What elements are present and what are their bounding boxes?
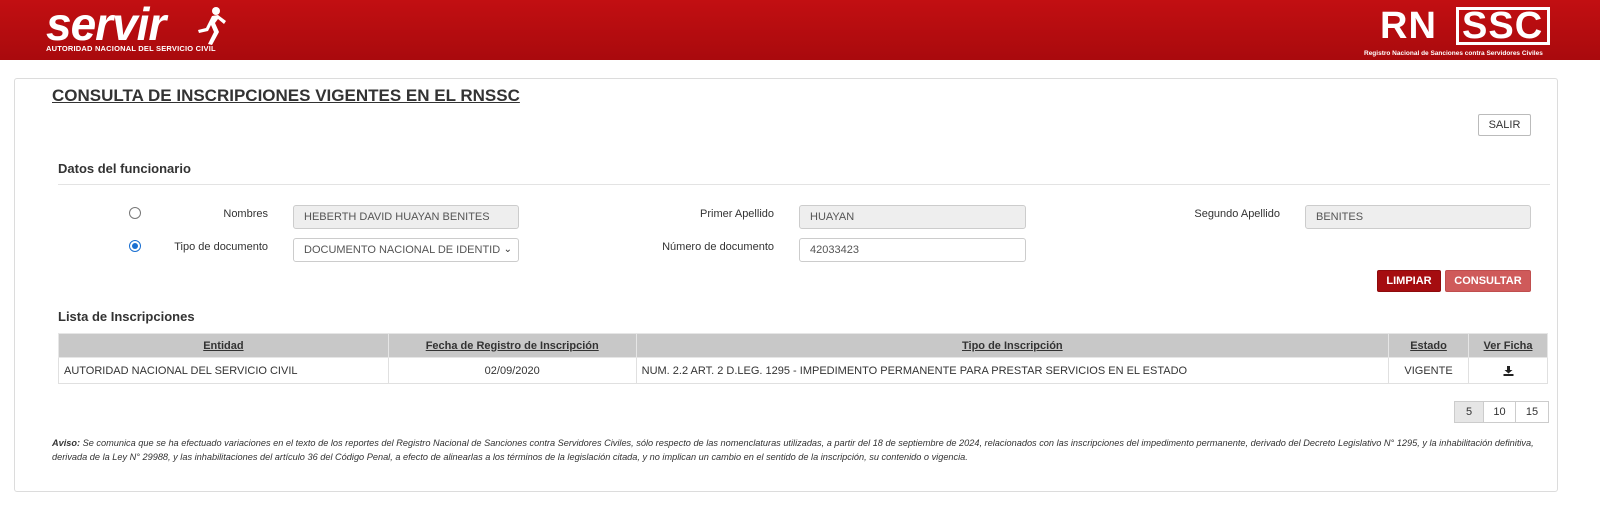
consultar-button[interactable]: CONSULTAR [1445,270,1531,292]
cell-entidad: AUTORIDAD NACIONAL DEL SERVICIO CIVIL [58,357,389,384]
page-size-5[interactable]: 5 [1454,401,1484,423]
servir-logo-word: servir [46,0,166,50]
chevron-down-icon: ⌄ [503,244,512,255]
segundo-apellido-label: Segundo Apellido [1194,208,1280,220]
section-divider [58,184,1550,185]
tipo-documento-select[interactable]: DOCUMENTO NACIONAL DE IDENTID ⌄ [293,238,519,262]
inscripciones-table: Entidad Fecha de Registro de Inscripción… [58,333,1548,384]
radio-search-by-document[interactable] [129,240,141,252]
primer-apellido-label: Primer Apellido [700,208,774,220]
aviso-text: Se comunica que se ha efectuado variacio… [52,438,1534,462]
segundo-apellido-field[interactable]: BENITES [1305,205,1531,229]
lista-section-title: Lista de Inscripciones [58,309,195,324]
tipo-documento-label: Tipo de documento [174,241,268,253]
col-ver-ficha[interactable]: Ver Ficha [1468,333,1548,358]
primer-apellido-field[interactable]: HUAYAN [799,205,1026,229]
col-tipo[interactable]: Tipo de Inscripción [635,333,1390,358]
servir-logo[interactable]: servir AUTORIDAD NACIONAL DEL SERVICIO C… [46,0,276,56]
page-size-10[interactable]: 10 [1483,401,1516,423]
salir-button[interactable]: SALIR [1478,114,1531,136]
table-row: AUTORIDAD NACIONAL DEL SERVICIO CIVIL 02… [58,357,1548,384]
page-title: CONSULTA DE INSCRIPCIONES VIGENTES EN EL… [52,86,520,105]
numero-documento-input[interactable]: 42033423 [799,238,1026,262]
datos-section-title: Datos del funcionario [58,161,191,176]
header-bar: servir AUTORIDAD NACIONAL DEL SERVICIO C… [0,0,1600,60]
cell-fecha: 02/09/2020 [387,357,637,384]
col-fecha[interactable]: Fecha de Registro de Inscripción [387,333,637,358]
col-entidad[interactable]: Entidad [58,333,389,358]
numero-documento-label: Número de documento [662,241,774,253]
nombres-label: Nombres [223,208,268,220]
aviso-notice: Aviso: Se comunica que se ha efectuado v… [52,436,1552,464]
limpiar-button[interactable]: LIMPIAR [1377,270,1441,292]
cell-ver-ficha [1468,357,1548,384]
nombres-field[interactable]: HEBERTH DAVID HUAYAN BENITES [293,205,519,229]
rnssc-logo[interactable]: RN SSC Registro Nacional de Sanciones co… [1364,4,1570,58]
rnssc-logo-rn: RN [1380,5,1437,47]
main-panel [14,78,1558,492]
page-size-15[interactable]: 15 [1515,401,1549,423]
radio-search-by-name[interactable] [129,207,141,219]
cell-tipo: NUM. 2.2 ART. 2 D.LEG. 1295 - IMPEDIMENT… [635,357,1390,384]
rnssc-logo-ssc: SSC [1462,5,1544,47]
tipo-documento-value: DOCUMENTO NACIONAL DE IDENTID [304,244,501,256]
download-icon[interactable] [1503,365,1514,376]
aviso-label: Aviso: [52,438,81,448]
rnssc-logo-subtitle: Registro Nacional de Sanciones contra Se… [1364,50,1543,57]
servir-logo-subtitle: AUTORIDAD NACIONAL DEL SERVICIO CIVIL [46,44,216,53]
cell-estado: VIGENTE [1388,357,1470,384]
runner-icon [198,7,226,45]
table-header-row: Entidad Fecha de Registro de Inscripción… [58,333,1548,358]
col-estado[interactable]: Estado [1388,333,1470,358]
